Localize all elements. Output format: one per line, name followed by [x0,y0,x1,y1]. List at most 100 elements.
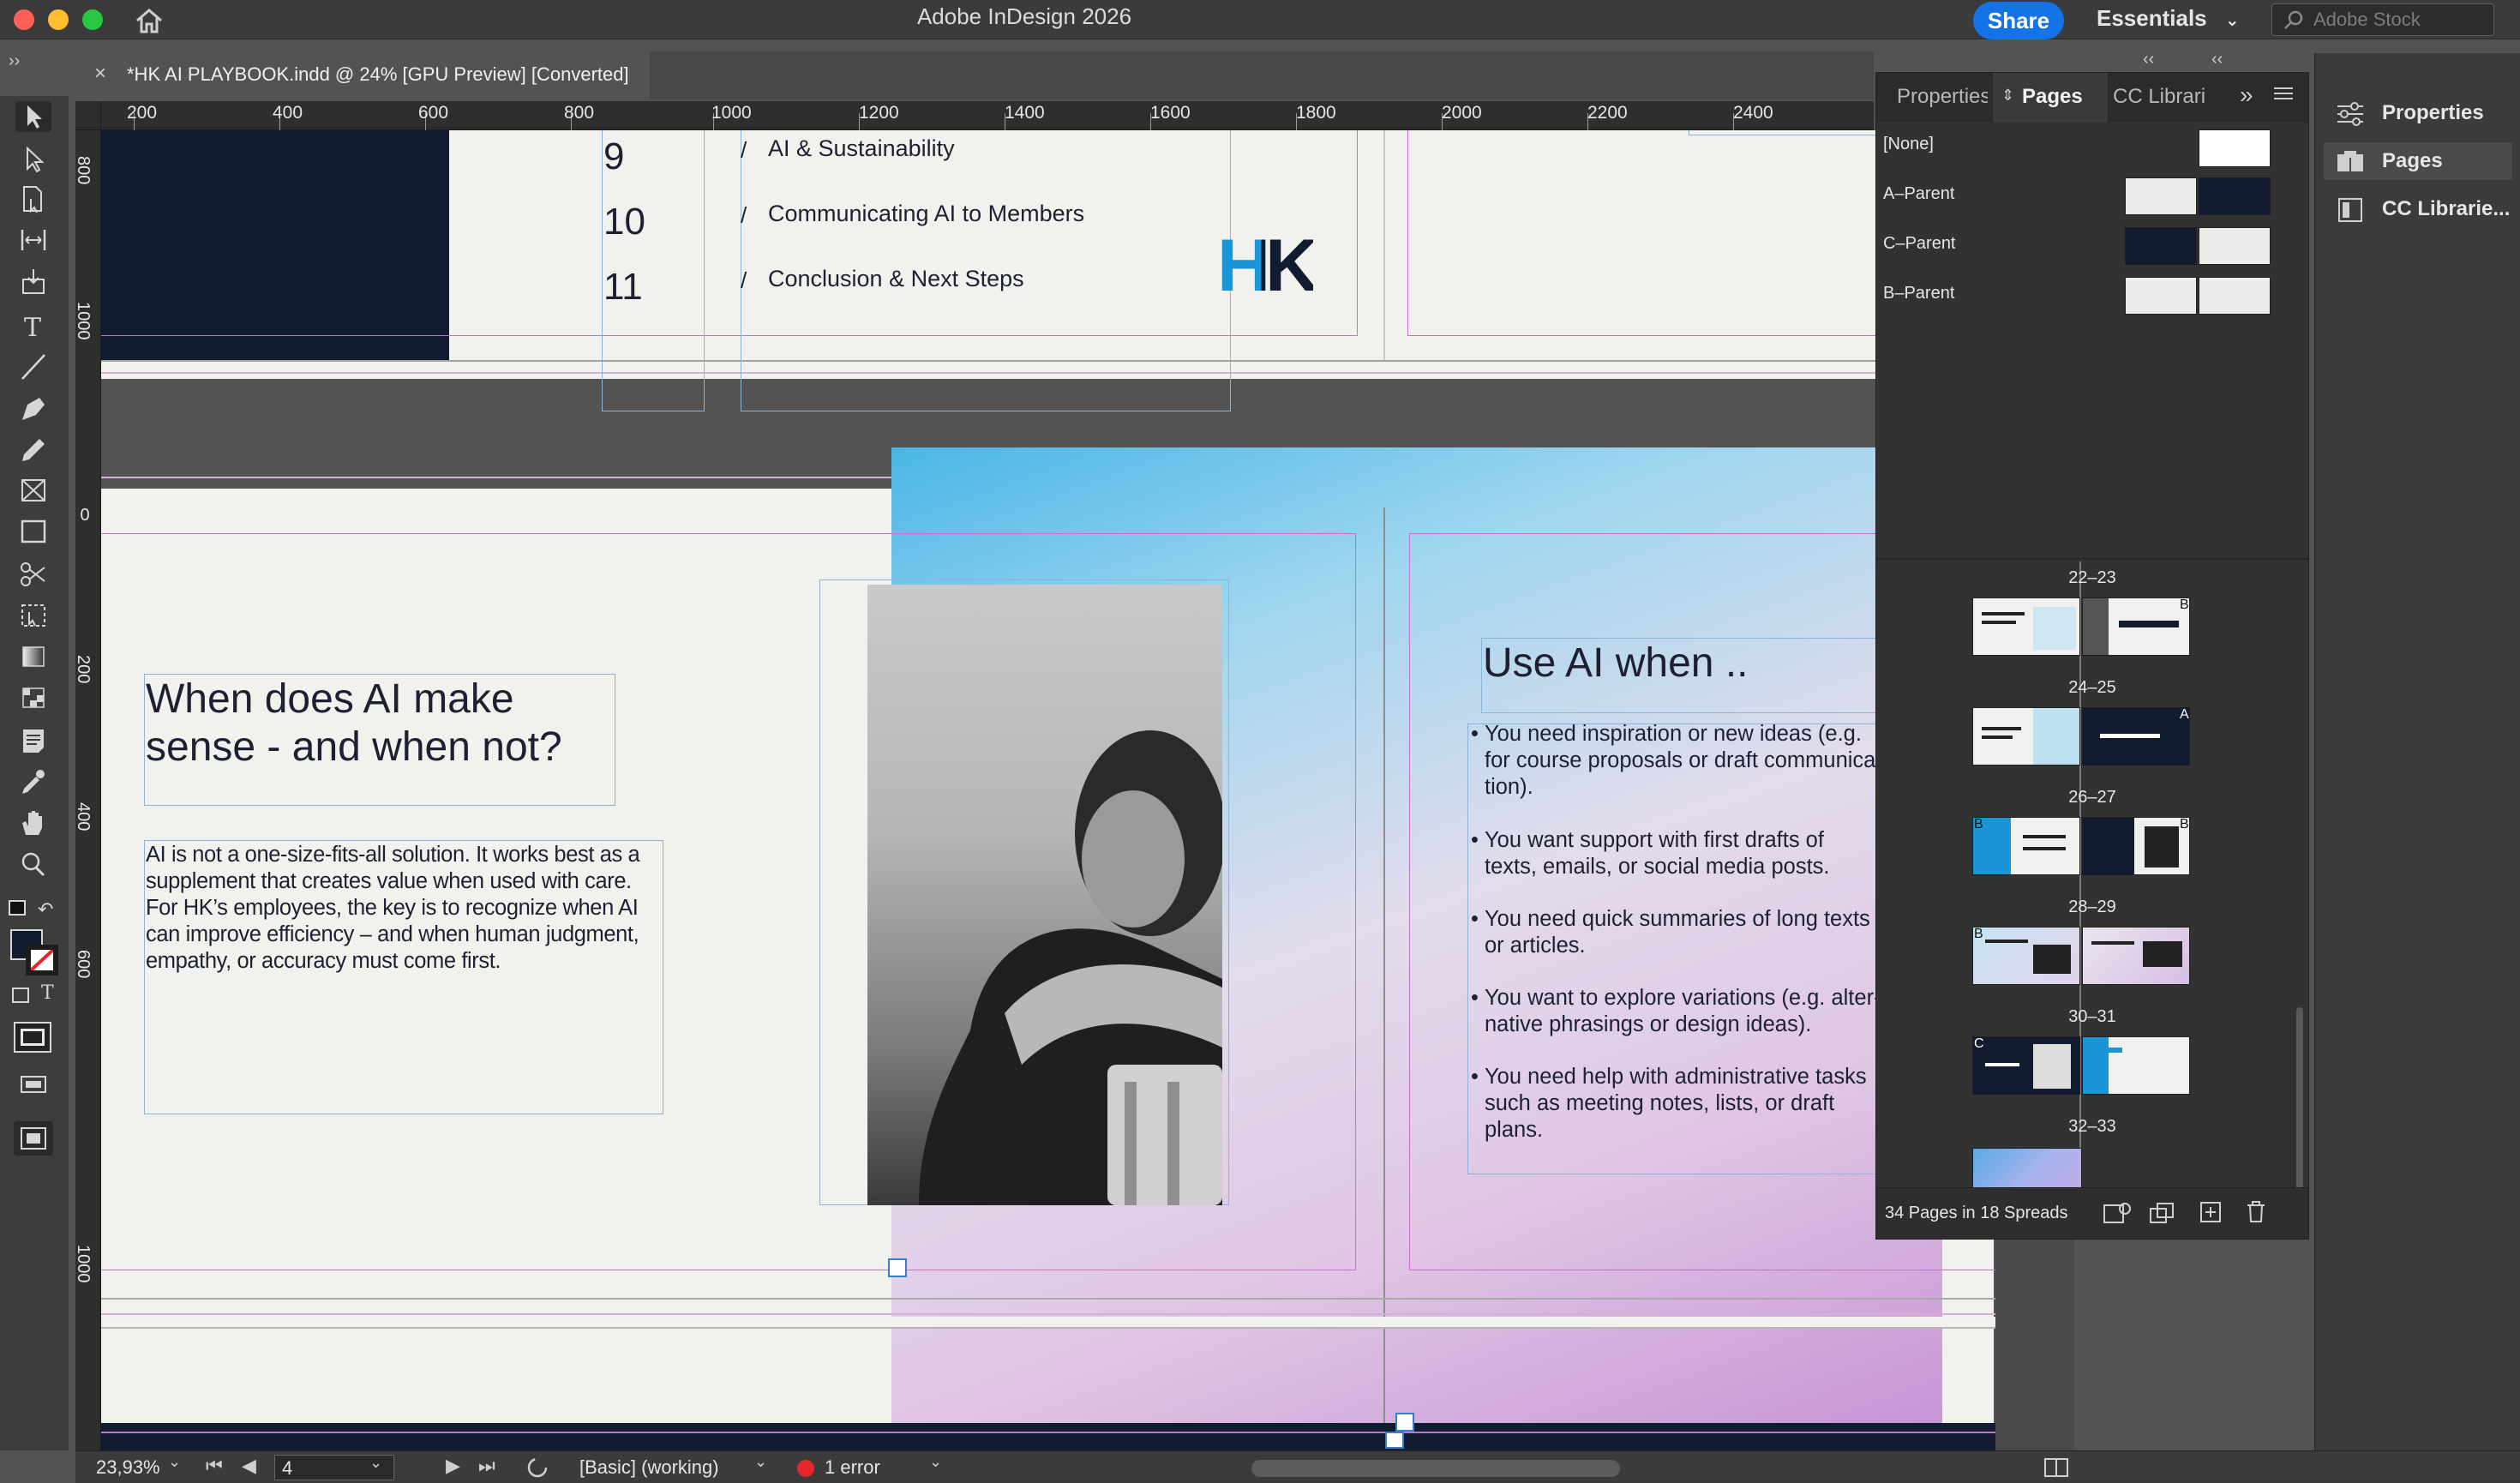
page-thumb[interactable] [1972,927,2080,985]
page-number-field[interactable]: 4 ⌄ [274,1454,394,1480]
parent-c-thumb-left[interactable] [2125,227,2197,265]
profile-dropdown-icon[interactable]: ⌄ [754,1453,767,1471]
parent-a-thumb-right[interactable] [2199,177,2271,215]
document-canvas[interactable]: 9 10 11 / / / AI & Sustainability Commun… [101,130,2074,1450]
pen-tool-icon[interactable] [15,393,51,423]
error-count[interactable]: 1 error [825,1456,880,1479]
spread-thumb-28-29[interactable]: B [1972,927,2190,987]
parent-c-label[interactable]: C–Parent [1883,234,1956,254]
horizontal-scrollbar[interactable] [1251,1460,1620,1477]
preview-mode-icon[interactable] [14,1121,53,1156]
tab-properties[interactable]: Properties [1897,85,1988,109]
errors-dropdown-icon[interactable]: ⌄ [929,1453,942,1471]
workspace-switcher[interactable]: Essentials ⌄ [2097,5,2240,32]
page-thumb[interactable] [1972,1036,2080,1095]
rectangle-frame-tool-icon[interactable] [15,475,51,506]
parent-a-thumb-left[interactable] [2125,177,2197,215]
parent-none-thumb[interactable] [2199,129,2271,167]
gradient-swatch-tool-icon[interactable] [15,641,51,672]
tab-pages[interactable]: ⇕ Pages [1993,73,2108,123]
parent-none-label[interactable]: [None] [1883,135,1934,154]
tab-cc-libraries[interactable]: CC Libraries [2113,85,2205,109]
parent-b-thumb-left[interactable] [2125,277,2197,315]
spread-options-icon[interactable] [2149,1200,2180,1230]
horizontal-ruler[interactable]: 200 400 600 800 1000 1200 1400 1600 1800… [75,101,1874,130]
page-thumb[interactable] [1972,597,2080,656]
dock-item-properties[interactable]: Properties [2324,94,2512,132]
close-tab-icon[interactable]: × [94,62,106,86]
top-right-frame[interactable] [1689,130,1894,135]
dock-item-pages[interactable]: Pages [2324,142,2512,180]
gradient-feather-tool-icon[interactable] [15,682,51,713]
direct-selection-tool-icon[interactable] [15,144,51,175]
line-tool-icon[interactable] [15,351,51,382]
parent-b-label[interactable]: B–Parent [1883,284,1954,303]
spreads-list[interactable]: 22–23 B 24–25 A 26–27 B B 28–29 B 30–31 … [1876,561,2308,1247]
split-window-icon[interactable] [2043,1456,2069,1483]
collapse-panel-icon[interactable]: ‹‹ [2143,50,2154,69]
page-thumb[interactable] [2082,927,2190,985]
page-tool-icon[interactable] [15,183,51,214]
preflight-profile[interactable]: [Basic] (working) [579,1456,719,1479]
ruler-label-vertical: 1000 [74,302,93,340]
parent-b-thumb-right[interactable] [2199,277,2271,315]
page-thumb[interactable] [1972,817,2080,875]
swap-fill-stroke-icon[interactable]: ↶ [38,898,53,921]
ruler-origin[interactable] [75,101,101,130]
default-fill-stroke-icon[interactable] [9,900,26,916]
zoom-level[interactable]: 23,93% [96,1456,160,1479]
anchor-icon[interactable] [888,1258,907,1277]
hand-tool-icon[interactable] [15,808,51,838]
adobe-stock-search-input[interactable]: Adobe Stock [2271,3,2494,36]
pencil-tool-icon[interactable] [15,434,51,465]
formatting-container-icon[interactable] [12,988,29,1003]
formatting-text-icon[interactable]: T [41,982,54,1004]
spread-thumb-26-27[interactable]: B B [1972,817,2190,877]
apply-color-icon[interactable] [14,1022,51,1053]
last-page-icon[interactable]: ⏭ [478,1455,495,1477]
screen-mode-icon[interactable] [19,1073,48,1097]
scissors-tool-icon[interactable] [15,559,51,590]
anchor-icon-2[interactable] [1395,1413,1414,1432]
spread-thumb-22-23[interactable]: B [1972,597,2190,657]
first-page-icon[interactable]: ⏮ [206,1455,223,1477]
collapse-panel-icon-2[interactable]: ‹‹ [2211,50,2223,69]
next-page-icon[interactable]: ▶ [446,1455,460,1477]
more-tabs-icon[interactable]: » [2240,81,2253,109]
page-thumb[interactable] [2082,597,2190,656]
page-thumb[interactable] [2082,1036,2190,1095]
zoom-dropdown-icon[interactable]: ⌄ [168,1453,181,1471]
stroke-swatch[interactable] [26,945,58,976]
new-page-icon[interactable] [2199,1200,2224,1230]
free-transform-tool-icon[interactable] [15,600,51,631]
rectangle-tool-icon[interactable] [15,516,51,547]
trash-icon[interactable] [2243,1198,2269,1228]
previous-page-icon[interactable]: ◀ [242,1455,256,1477]
parent-c-thumb-right[interactable] [2199,227,2271,265]
portrait-photo[interactable] [867,585,1222,1205]
parent-a-label[interactable]: A–Parent [1883,184,1954,204]
spread-thumb-24-25[interactable]: A [1972,707,2190,767]
anchor-icon-3[interactable] [1385,1432,1404,1449]
page-thumb[interactable] [1972,707,2080,766]
eyedropper-tool-icon[interactable] [15,766,51,797]
vertical-ruler[interactable]: 800 1000 0 200 400 600 1000 [74,130,101,1450]
spread-thumb-30-31[interactable]: C [1972,1036,2190,1096]
edit-page-size-icon[interactable] [2103,1200,2133,1230]
selection-tool-icon[interactable] [15,101,51,132]
document-tab[interactable]: × *HK AI PLAYBOOK.indd @ 24% [GPU Previe… [75,51,650,99]
zoom-tool-icon[interactable] [15,849,51,880]
content-collector-icon[interactable] [15,266,51,297]
gap-tool-icon[interactable] [15,225,51,255]
page-dropdown-icon[interactable]: ⌄ [369,1454,382,1472]
note-tool-icon[interactable] [15,725,51,756]
dock-item-cc-libraries[interactable]: CC Librarie... [2324,190,2512,228]
type-tool-icon[interactable]: T [15,310,51,343]
page-thumb[interactable] [2082,817,2190,875]
share-button[interactable]: Share [1973,2,2064,39]
page-thumb[interactable] [2082,707,2190,766]
panel-menu-icon[interactable] [2274,85,2293,106]
hk-logo[interactable]: HK [1217,229,1318,303]
preflight-toggle-icon[interactable] [526,1456,550,1483]
expand-toolbar-icon[interactable]: ›› [9,51,20,71]
